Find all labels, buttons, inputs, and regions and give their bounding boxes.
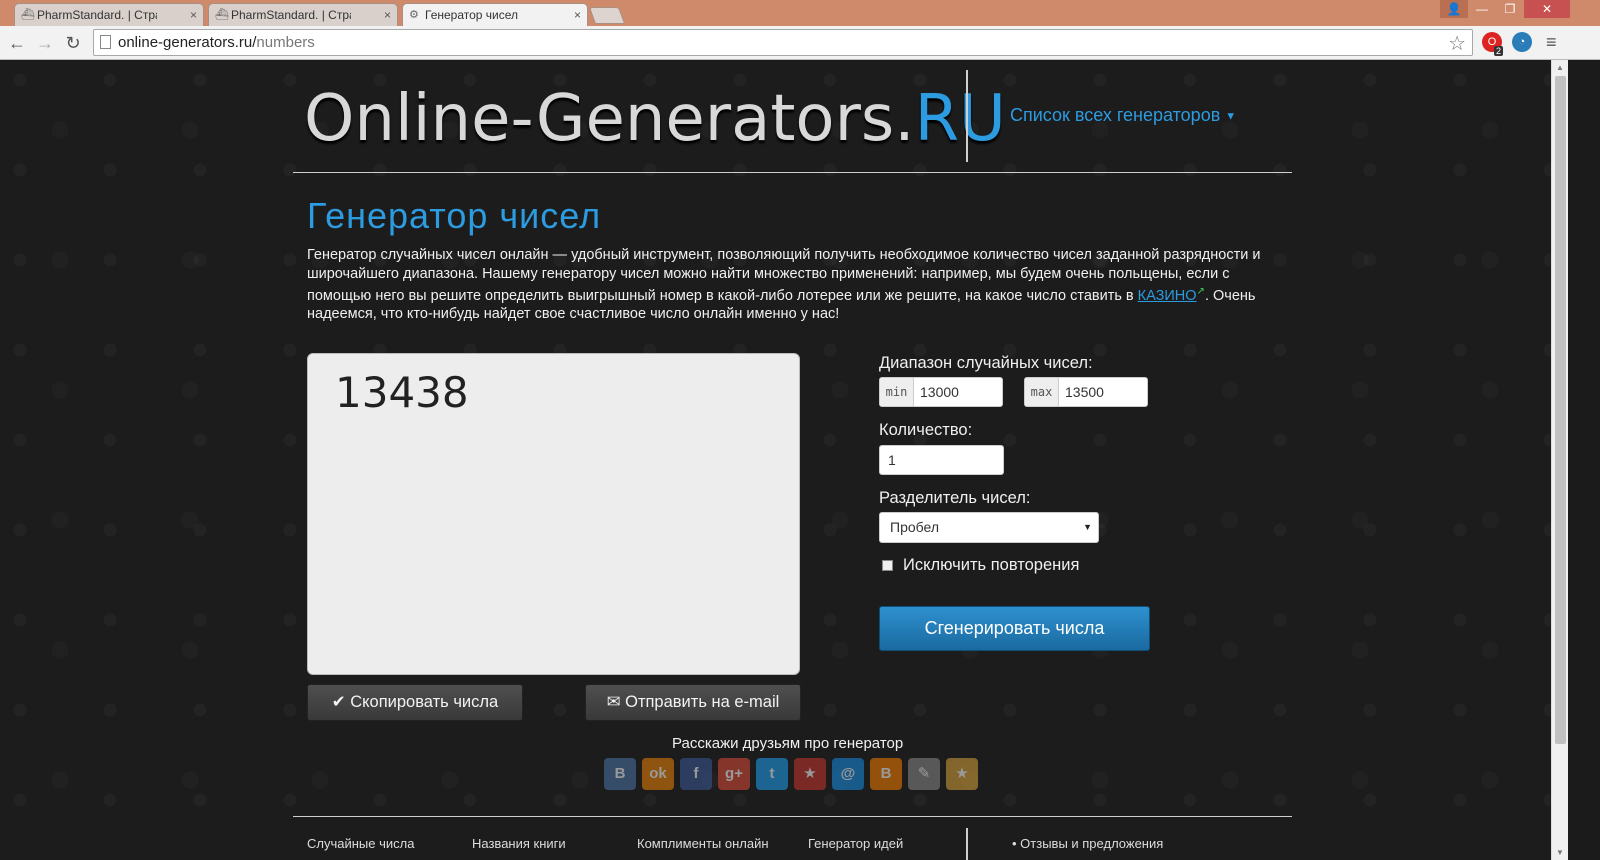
- intro-text: Генератор случайных чисел онлайн — удобн…: [307, 246, 1292, 324]
- scrollbar-thumb[interactable]: [1555, 76, 1566, 744]
- page-title: Генератор чисел: [307, 195, 602, 236]
- all-generators-link[interactable]: Список всех генераторов ▼: [1010, 105, 1236, 126]
- extension-badge: 2: [1494, 46, 1504, 56]
- footer-link-feedback[interactable]: • Отзывы и предложения: [1012, 836, 1163, 851]
- copy-numbers-label: Скопировать числа: [350, 693, 499, 711]
- bookmark-star-icon[interactable]: ☆: [1448, 31, 1466, 56]
- mailru-icon[interactable]: @: [832, 758, 864, 790]
- range-label: Диапазон случайных чисел:: [879, 354, 1093, 372]
- casino-link[interactable]: КАЗИНО: [1138, 288, 1197, 304]
- url-host: online-generators.ru/: [118, 34, 257, 51]
- vk-icon[interactable]: B: [604, 758, 636, 790]
- favorites-icon[interactable]: ★: [946, 758, 978, 790]
- browser-toolbar: ← → ↻ online-generators.ru/numbers ☆ O 2…: [0, 26, 1600, 60]
- exclude-duplicates-checkbox[interactable]: [882, 560, 893, 571]
- livejournal-icon[interactable]: ✎: [908, 758, 940, 790]
- logo-main: Online-Generators.: [304, 82, 915, 156]
- share-icons-row: Bok f g+ t ★ @ B ✎ ★: [604, 758, 978, 790]
- separator-select[interactable]: Пробел ▼: [879, 512, 1099, 543]
- address-bar[interactable]: online-generators.ru/numbers ☆: [93, 29, 1473, 56]
- page-scrollbar[interactable]: ▲ ▼: [1551, 60, 1568, 860]
- send-email-button[interactable]: ✉ Отправить на e-mail: [585, 684, 801, 721]
- twitter-icon[interactable]: t: [756, 758, 788, 790]
- tab-title: PharmStandard. | Страниц: [231, 8, 351, 22]
- forward-arrow-icon[interactable]: →: [34, 32, 56, 54]
- send-email-label: Отправить на e-mail: [625, 693, 780, 711]
- blogger-icon[interactable]: B: [870, 758, 902, 790]
- close-window-icon[interactable]: ✕: [1524, 0, 1570, 18]
- caret-down-icon: ▼: [1225, 110, 1237, 123]
- exclude-duplicates-label[interactable]: Исключить повторения: [903, 556, 1079, 575]
- generate-numbers-button[interactable]: Сгенерировать числа: [879, 606, 1150, 651]
- page-icon: [100, 35, 111, 49]
- header-divider: [966, 70, 968, 162]
- max-input[interactable]: [1059, 378, 1147, 406]
- tab-title: PharmStandard. | Страниц: [37, 8, 157, 22]
- ship-favicon-icon: ⛴: [21, 9, 35, 21]
- min-addon: min: [880, 378, 914, 406]
- footer-link[interactable]: Случайные числа: [307, 836, 414, 851]
- site-logo[interactable]: Online-Generators.RU: [304, 82, 1006, 156]
- browser-tab-3[interactable]: ⚙ Генератор чисел ×: [402, 3, 588, 26]
- tab-title: Генератор чисел: [425, 8, 519, 22]
- ship-favicon-icon: ⛴: [215, 9, 229, 21]
- check-icon: ✔: [331, 693, 346, 711]
- footer-link[interactable]: Генератор идей: [808, 836, 903, 851]
- separator-value: Пробел: [890, 519, 939, 535]
- max-addon: max: [1025, 378, 1059, 406]
- browser-tab-1[interactable]: ⛴ PharmStandard. | Страниц ×: [14, 3, 204, 26]
- footer-divider: [966, 828, 968, 860]
- url-path: numbers: [256, 34, 315, 51]
- back-arrow-icon[interactable]: ←: [6, 32, 28, 54]
- logo-accent: RU: [914, 82, 1006, 156]
- google-plus-icon[interactable]: g+: [718, 758, 750, 790]
- browser-tab-bar: ⛴ PharmStandard. | Страниц × ⛴ PharmStan…: [0, 0, 1600, 26]
- footer-link[interactable]: Комплименты онлайн: [637, 836, 769, 851]
- header-rule: [293, 172, 1292, 173]
- user-icon[interactable]: 👤: [1440, 0, 1468, 18]
- odnoklassniki-icon[interactable]: ok: [642, 758, 674, 790]
- extension-icon[interactable]: ◔: [1512, 32, 1532, 52]
- share-title: Расскажи друзьям про генератор: [672, 735, 904, 752]
- browser-tab-2[interactable]: ⛴ PharmStandard. | Страниц ×: [208, 3, 398, 26]
- facebook-icon[interactable]: f: [680, 758, 712, 790]
- result-number: 13438: [335, 368, 469, 417]
- result-textarea[interactable]: 13438: [307, 353, 800, 675]
- close-icon[interactable]: ×: [574, 8, 581, 22]
- separator-label: Разделитель чисел:: [879, 489, 1031, 507]
- count-input[interactable]: [879, 445, 1004, 475]
- external-link-icon: ↗: [1196, 286, 1205, 297]
- dropdown-arrow-icon: ▼: [1083, 522, 1092, 532]
- scroll-up-icon[interactable]: ▲: [1556, 63, 1564, 72]
- menu-icon[interactable]: ≡: [1546, 32, 1557, 53]
- maximize-icon[interactable]: ❐: [1496, 0, 1524, 18]
- close-icon[interactable]: ×: [190, 8, 197, 22]
- count-label: Количество:: [879, 421, 973, 439]
- footer-link[interactable]: Названия книги: [472, 836, 566, 851]
- page-viewport: Online-Generators.RU Список всех генерат…: [0, 60, 1551, 860]
- reload-icon[interactable]: ↻: [62, 32, 84, 54]
- min-input-group: min: [879, 377, 1003, 407]
- moimir-icon[interactable]: ★: [794, 758, 826, 790]
- footer-rule: [293, 816, 1292, 817]
- scroll-down-icon[interactable]: ▼: [1556, 848, 1564, 857]
- min-input[interactable]: [914, 378, 1002, 406]
- intro-body: Генератор случайных чисел онлайн — удобн…: [307, 247, 1261, 304]
- all-generators-label: Список всех генераторов: [1010, 105, 1221, 125]
- minimize-icon[interactable]: —: [1468, 0, 1496, 18]
- close-icon[interactable]: ×: [384, 8, 391, 22]
- url-text[interactable]: online-generators.ru/numbers: [118, 34, 315, 51]
- new-tab-button[interactable]: [588, 7, 626, 24]
- gear-favicon-icon: ⚙: [409, 9, 419, 21]
- max-input-group: max: [1024, 377, 1148, 407]
- copy-numbers-button[interactable]: ✔ Скопировать числа: [307, 684, 523, 721]
- envelope-icon: ✉: [606, 693, 621, 711]
